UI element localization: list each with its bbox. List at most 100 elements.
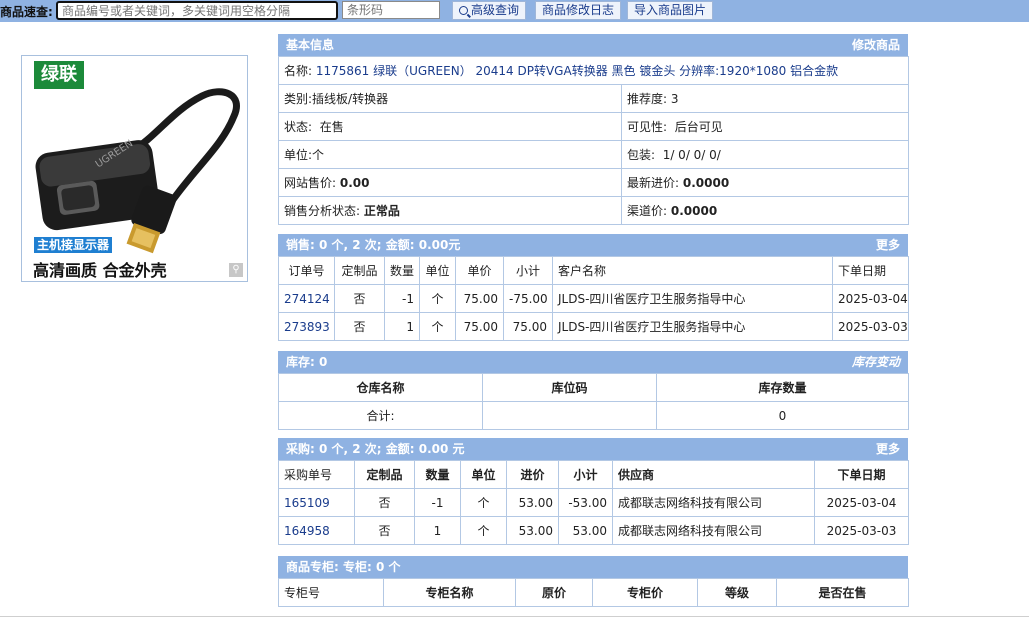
status-value: 在售	[319, 120, 344, 134]
col-header: 数量	[414, 460, 461, 489]
col-header: 是否在售	[776, 578, 909, 607]
total-qty: 0	[656, 401, 909, 430]
table-row: 273893 否 1 个 75.00 75.00 JLDS-四川省医疗卫生服务指…	[278, 312, 909, 341]
web-price-value: 0.00	[339, 176, 370, 190]
unit-cell: 个	[460, 488, 507, 517]
visibility-value: 后台可见	[674, 120, 723, 134]
sales-header-row: 订单号 定制品 数量 单位 单价 小计 客户名称 下单日期	[278, 256, 909, 285]
basic-info-table: 名称: 1175861 绿联（UGREEN） 20414 DP转VGA转换器 黑…	[277, 56, 910, 225]
supplier-cell: 成都联志网络科技有限公司	[612, 516, 815, 545]
status-cell: 状态: 在售	[278, 112, 622, 141]
total-label: 合计:	[278, 401, 483, 430]
stock-change-link[interactable]: 库存变动	[852, 351, 900, 373]
cost-cell: 53.00	[506, 488, 559, 517]
custom-cell: 否	[334, 284, 385, 313]
col-header: 专柜价	[592, 578, 698, 607]
web-price-label: 网站售价:	[284, 176, 337, 190]
col-header: 等级	[697, 578, 777, 607]
category-value: 插线板/转换器	[312, 92, 389, 106]
unit-cell: 个	[419, 284, 456, 313]
status-label: 状态:	[284, 120, 313, 134]
price-cell: 75.00	[455, 312, 504, 341]
subtotal-cell: 75.00	[503, 312, 553, 341]
stock-table: 仓库名称 库位码 库存数量 合计: 0	[278, 373, 909, 430]
package-label: 包装:	[627, 148, 656, 162]
latest-cost-cell: 最新进价: 0.0000	[620, 168, 910, 197]
basic-info-header: 基本信息 修改商品	[278, 34, 908, 56]
advanced-search-button[interactable]: 高级查询	[452, 1, 527, 20]
qty-cell: -1	[414, 488, 461, 517]
stock-header-row: 仓库名称 库位码 库存数量	[278, 373, 909, 402]
visibility-label: 可见性:	[627, 120, 668, 134]
unit-cell: 个	[460, 516, 507, 545]
subtotal-cell: 53.00	[558, 516, 613, 545]
qty-cell: -1	[384, 284, 420, 313]
product-image[interactable]: 绿联 UGREEN 主机接显示器 高清画质 合金外壳 ⚲	[21, 55, 248, 282]
col-header: 下单日期	[814, 460, 909, 489]
table-row: 274124 否 -1 个 75.00 -75.00 JLDS-四川省医疗卫生服…	[278, 284, 909, 313]
unit-value: 个	[312, 148, 325, 162]
table-row: 合计: 0	[278, 401, 909, 430]
qty-cell: 1	[384, 312, 420, 341]
edit-product-link[interactable]: 修改商品	[852, 34, 900, 56]
col-header: 原价	[515, 578, 593, 607]
custom-cell: 否	[354, 516, 415, 545]
purchase-header-row: 采购单号 定制品 数量 单位 进价 小计 供应商 下单日期	[278, 460, 909, 489]
customer-cell: JLDS-四川省医疗卫生服务指导中心	[552, 284, 833, 313]
purchase-order-link[interactable]: 164958	[284, 524, 330, 538]
col-header: 定制品	[334, 256, 385, 285]
col-header: 小计	[503, 256, 553, 285]
sales-status-label: 销售分析状态:	[284, 204, 361, 218]
stock-panel: 库存: 0 库存变动 仓库名称 库位码 库存数量 合计: 0	[278, 351, 909, 430]
col-header: 小计	[558, 460, 613, 489]
recommend-value: 3	[670, 92, 679, 106]
counter-summary: 商品专柜: 专柜: 0 个	[286, 560, 401, 574]
col-header: 下单日期	[832, 256, 909, 285]
search-icon	[459, 6, 468, 15]
col-header: 单价	[455, 256, 504, 285]
col-header: 采购单号	[278, 460, 355, 489]
col-header: 订单号	[278, 256, 335, 285]
barcode-input[interactable]	[342, 1, 440, 19]
supplier-cell: 成都联志网络科技有限公司	[612, 488, 815, 517]
date-cell: 2025-03-04	[814, 488, 909, 517]
col-header: 供应商	[612, 460, 815, 489]
qty-cell: 1	[414, 516, 461, 545]
keyword-search-input[interactable]	[56, 1, 338, 20]
subtotal-cell: -53.00	[558, 488, 613, 517]
channel-price-value: 0.0000	[670, 204, 718, 218]
feature-tag-1: 主机接显示器	[34, 237, 113, 253]
purchase-panel: 采购: 0 个, 2 次; 金额: 0.00 元 更多 采购单号 定制品 数量 …	[278, 438, 909, 545]
purchase-order-link[interactable]: 165109	[284, 496, 330, 510]
col-header: 客户名称	[552, 256, 833, 285]
purchase-more-link[interactable]: 更多	[876, 438, 900, 460]
latest-cost-value: 0.0000	[682, 176, 730, 190]
table-row: 165109 否 -1 个 53.00 -53.00 成都联志网络科技有限公司 …	[278, 488, 909, 517]
col-header: 仓库名称	[278, 373, 483, 402]
name-label: 名称:	[284, 64, 313, 78]
product-name-value: 1175861 绿联（UGREEN） 20414 DP转VGA转换器 黑色 镀金…	[315, 64, 839, 78]
unit-label: 单位:	[284, 148, 313, 162]
purchase-header: 采购: 0 个, 2 次; 金额: 0.00 元 更多	[278, 438, 908, 460]
channel-price-label: 渠道价:	[627, 204, 668, 218]
sales-table: 订单号 定制品 数量 单位 单价 小计 客户名称 下单日期 274124 否 -…	[278, 256, 909, 341]
sales-panel: 销售: 0 个, 2 次; 金额: 0.00元 更多 订单号 定制品 数量 单位…	[278, 234, 909, 341]
page-bottom-divider	[0, 616, 1029, 617]
zoom-icon[interactable]: ⚲	[229, 263, 243, 277]
import-product-image-button[interactable]: 导入商品图片	[627, 1, 714, 20]
table-row: 164958 否 1 个 53.00 53.00 成都联志网络科技有限公司 20…	[278, 516, 909, 545]
basic-info-title: 基本信息	[286, 38, 335, 52]
customer-cell: JLDS-四川省医疗卫生服务指导中心	[552, 312, 833, 341]
category-cell: 类别:插线板/转换器	[278, 84, 622, 113]
feature-tag-2: 高清画质 合金外壳	[33, 261, 167, 280]
product-name-cell: 名称: 1175861 绿联（UGREEN） 20414 DP转VGA转换器 黑…	[277, 56, 910, 85]
total-location	[482, 401, 657, 430]
recommend-label: 推荐度:	[627, 92, 668, 106]
order-link[interactable]: 274124	[284, 292, 330, 306]
order-link[interactable]: 273893	[284, 320, 330, 334]
sales-more-link[interactable]: 更多	[876, 234, 900, 256]
subtotal-cell: -75.00	[503, 284, 553, 313]
product-change-log-button[interactable]: 商品修改日志	[535, 1, 622, 20]
quick-search-label: 商品速查:	[0, 5, 53, 19]
date-cell: 2025-03-03	[832, 312, 909, 341]
